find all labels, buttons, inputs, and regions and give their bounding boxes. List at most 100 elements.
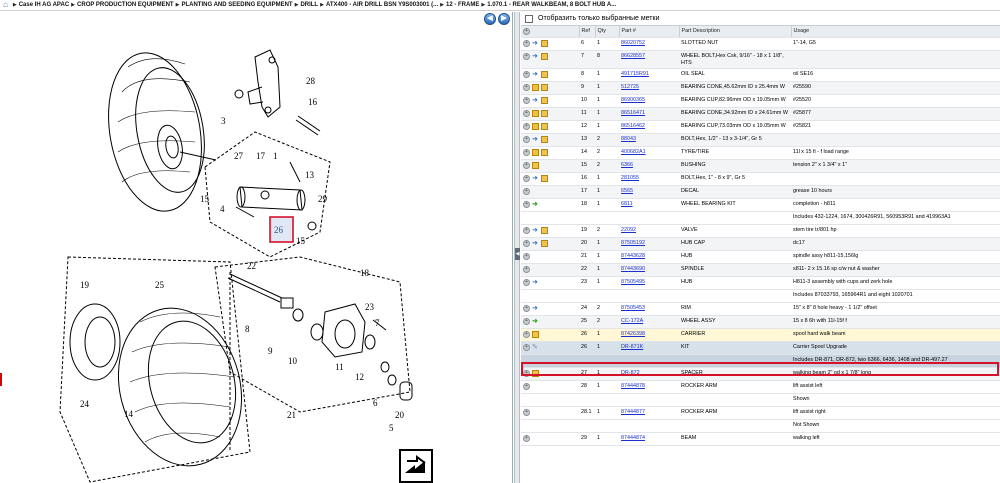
package-icon[interactable]	[541, 240, 548, 248]
add-to-cart-icon[interactable]: +	[523, 188, 530, 196]
info-tag-icon[interactable]: ➜	[532, 279, 539, 286]
info-tag-icon[interactable]: ➜	[532, 97, 539, 104]
part-cell[interactable]: 400682A1	[619, 146, 679, 161]
header-description[interactable]: Part Description	[679, 26, 792, 38]
package-icon[interactable]	[541, 149, 548, 157]
part-cell[interactable]: 87443628	[619, 250, 679, 265]
part-number-link[interactable]: 88043	[621, 136, 636, 142]
part-number-link[interactable]: 87444877	[621, 409, 645, 415]
part-number-link[interactable]: 86628557	[621, 53, 645, 59]
package-icon[interactable]	[541, 136, 548, 144]
part-cell[interactable]: 6366	[619, 159, 679, 174]
package-icon[interactable]	[541, 175, 548, 183]
add-to-cart-icon[interactable]: +	[523, 40, 530, 47]
part-cell[interactable]: 87505192	[619, 237, 679, 252]
package-icon[interactable]	[541, 110, 548, 118]
part-number-link[interactable]: 87444878	[621, 383, 645, 389]
add-to-cart-icon[interactable]: +	[523, 331, 530, 339]
part-number-link[interactable]: 491715R91	[621, 71, 649, 77]
part-number-link[interactable]: 281055	[621, 175, 639, 181]
add-to-cart-icon[interactable]: +	[523, 227, 530, 235]
catalog-icon[interactable]	[532, 110, 539, 118]
catalog-icon[interactable]	[532, 84, 539, 92]
kit-tool-icon[interactable]: ✎	[532, 344, 539, 351]
breadcrumb-item-subcategory[interactable]: PLANTING AND SEEDING EQUIPMENT	[181, 2, 292, 8]
part-cell[interactable]: 86020752	[619, 37, 679, 51]
info-tag-icon[interactable]: ➜	[532, 136, 539, 143]
add-to-cart-icon[interactable]: +	[523, 435, 530, 443]
breadcrumb-item-brand[interactable]: Case IH AG APAC	[19, 2, 69, 8]
part-number-link[interactable]: 87443690	[621, 266, 645, 272]
package-icon[interactable]	[541, 71, 548, 79]
breadcrumb-item-type[interactable]: DRILL	[300, 2, 318, 8]
catalog-icon[interactable]	[532, 123, 539, 131]
part-number-link[interactable]: 87444874	[621, 435, 645, 441]
part-cell[interactable]: 87426398	[619, 328, 679, 343]
add-to-cart-icon[interactable]: +	[523, 201, 530, 209]
add-to-cart-icon[interactable]: +	[523, 383, 530, 391]
package-icon[interactable]	[532, 162, 539, 170]
add-to-cart-icon[interactable]: +	[523, 149, 530, 157]
part-number-link[interactable]: DR-872	[621, 370, 640, 376]
info-tag-icon[interactable]: ➜	[532, 40, 539, 47]
part-number-link[interactable]: 6811	[621, 201, 633, 207]
add-to-cart-icon[interactable]: +	[523, 71, 530, 79]
package-icon[interactable]	[541, 40, 548, 47]
add-to-cart-icon[interactable]: +	[523, 305, 530, 313]
add-to-cart-icon[interactable]: +	[523, 110, 530, 118]
part-cell[interactable]: 281055	[619, 172, 679, 187]
pane-splitter[interactable]: ◀	[514, 12, 520, 483]
add-to-cart-icon[interactable]: +	[523, 97, 530, 105]
fullscreen-icon[interactable]	[399, 449, 433, 483]
part-number-link[interactable]: 87426398	[621, 331, 645, 337]
add-to-cart-icon[interactable]: +	[523, 123, 530, 131]
part-number-link[interactable]: CC-172A	[621, 318, 643, 324]
add-to-cart-icon[interactable]: +	[523, 136, 530, 144]
part-cell[interactable]: 6565	[619, 185, 679, 200]
part-cell[interactable]: 491715R91	[619, 68, 679, 83]
part-number-link[interactable]: 6366	[621, 162, 633, 168]
part-number-link[interactable]: 22092	[621, 227, 636, 233]
add-to-cart-icon[interactable]: +	[523, 240, 530, 248]
info-tag-icon[interactable]: ➜	[532, 53, 539, 60]
part-cell[interactable]: 87443690	[619, 263, 679, 278]
package-icon[interactable]	[532, 331, 539, 339]
add-to-cart-icon[interactable]: +	[523, 318, 530, 326]
package-icon[interactable]	[541, 84, 548, 92]
add-to-cart-icon[interactable]: +	[523, 279, 530, 287]
part-cell[interactable]: 6811	[619, 198, 679, 213]
add-to-cart-icon[interactable]: +	[523, 53, 530, 60]
show-selected-checkbox[interactable]	[525, 14, 533, 23]
part-cell[interactable]: 86900365	[619, 94, 679, 109]
info-tag-icon[interactable]: ➜	[532, 71, 539, 78]
add-to-cart-icon[interactable]: +	[523, 84, 530, 92]
part-cell[interactable]: CC-172A	[619, 315, 679, 330]
part-number-link[interactable]: 87443628	[621, 253, 645, 259]
part-cell[interactable]: 87444874	[619, 432, 679, 447]
part-cell[interactable]: 87505495	[619, 276, 679, 291]
part-cell[interactable]: 22092	[619, 224, 679, 239]
collapse-handle-icon[interactable]: ◀	[515, 248, 520, 260]
package-icon[interactable]	[541, 227, 548, 235]
breadcrumb-item-section[interactable]: 12 - FRAME	[446, 2, 479, 8]
part-cell[interactable]: DR-871K	[619, 341, 679, 356]
part-cell[interactable]: 87444877	[619, 406, 679, 421]
add-to-cart-icon[interactable]: +	[523, 370, 530, 378]
part-number-link[interactable]: 86020752	[621, 40, 645, 46]
part-number-link[interactable]: 86900365	[621, 97, 645, 103]
part-cell[interactable]: 88043	[619, 133, 679, 148]
info-tag-icon[interactable]: ➜	[532, 227, 539, 234]
exploded-parts-diagram[interactable]: 28 3 16 27 17 1 13 15 4 29 15 22 18 19 2…	[0, 12, 513, 483]
part-cell[interactable]: 87505453	[619, 302, 679, 317]
part-number-link[interactable]: 86516462	[621, 123, 645, 129]
kit-arrow-icon[interactable]: ➜	[532, 318, 539, 325]
add-all-icon[interactable]: +	[523, 28, 530, 35]
kit-arrow-icon[interactable]: ➜	[532, 201, 539, 208]
header-qty[interactable]: Qty	[595, 26, 620, 38]
add-to-cart-icon[interactable]: +	[523, 175, 530, 183]
package-icon[interactable]	[541, 123, 548, 131]
part-number-link[interactable]: 87505192	[621, 240, 645, 246]
part-number-link[interactable]: DR-871K	[621, 344, 643, 350]
add-to-cart-icon[interactable]: +	[523, 409, 530, 417]
add-to-cart-icon[interactable]: +	[523, 162, 530, 170]
